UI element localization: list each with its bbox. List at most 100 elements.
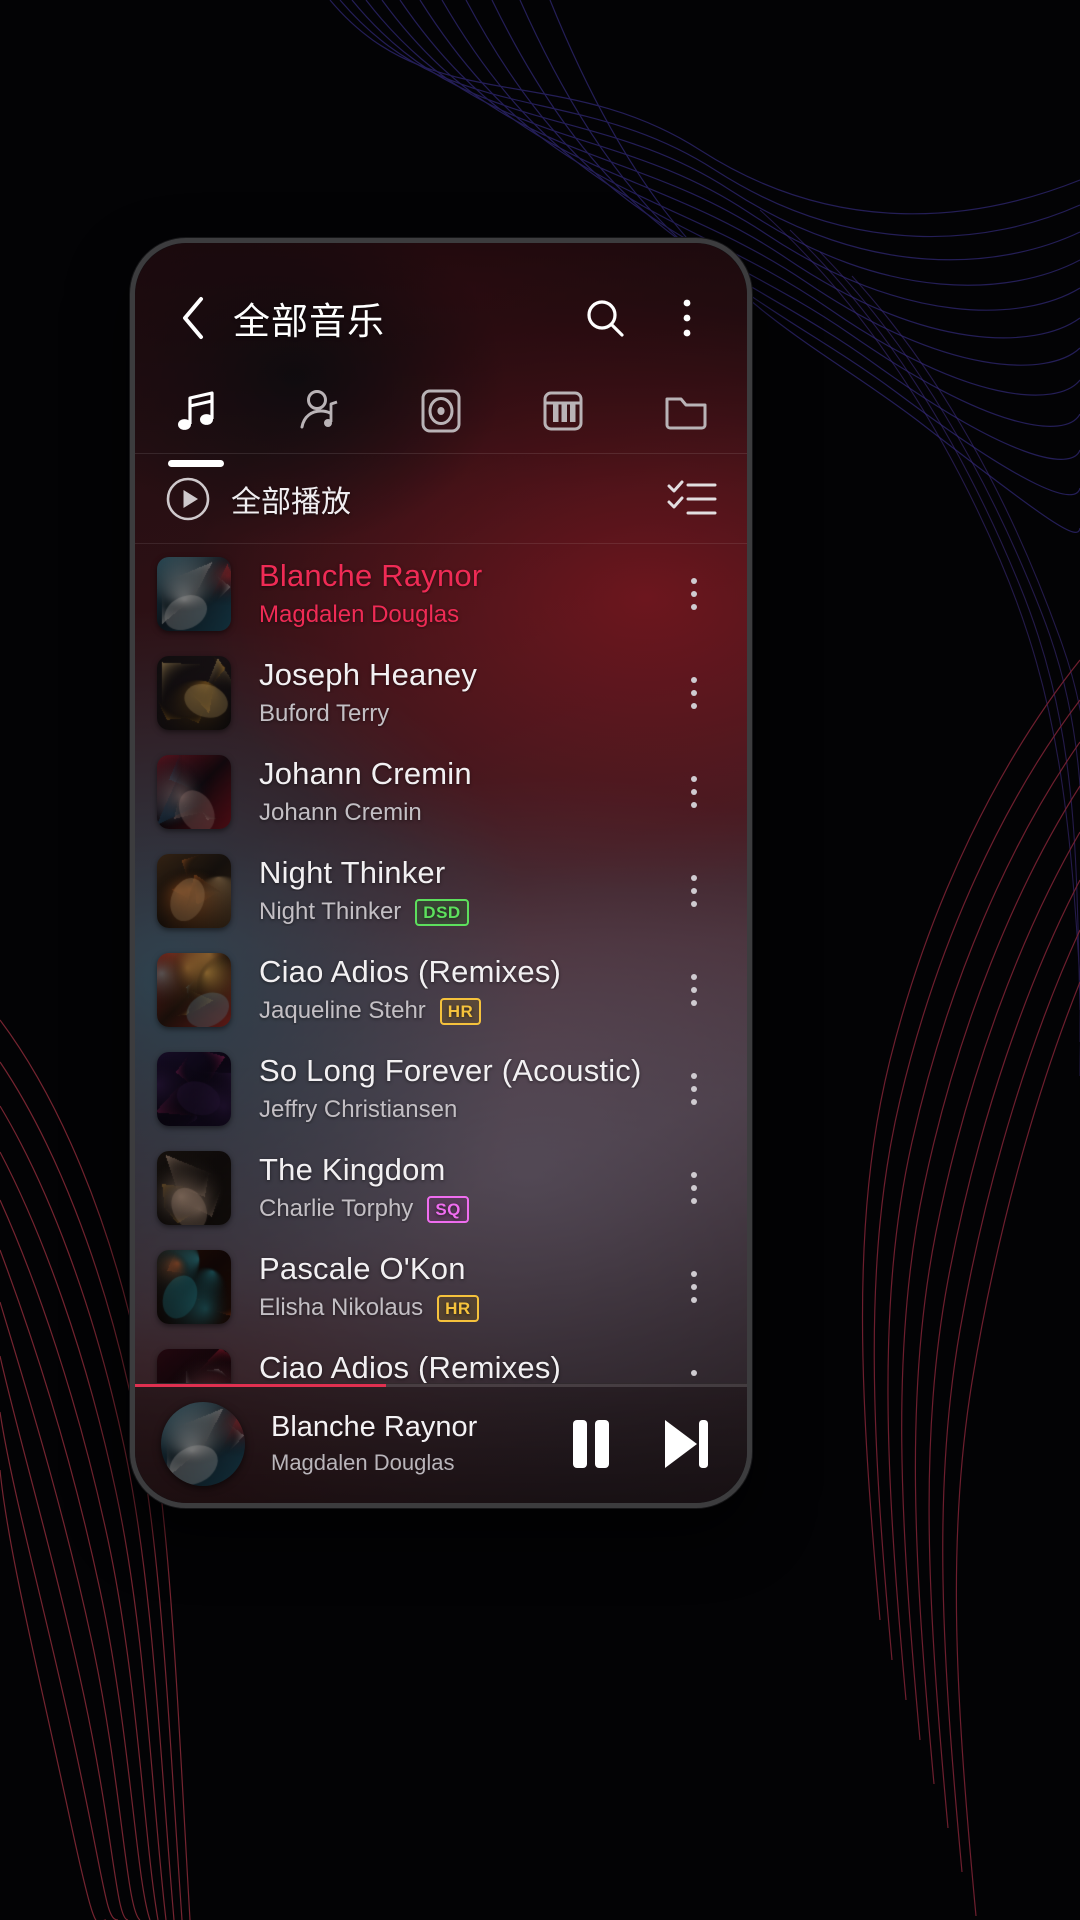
phone-frame: 全部音乐 全部播放 Blanche Raynor Magdalen Dougla…	[130, 238, 752, 1508]
phone-screen: 全部音乐 全部播放 Blanche Raynor Magdalen Dougla…	[135, 243, 747, 1503]
play-all-button[interactable]: 全部播放	[165, 476, 351, 522]
song-subtitle: Magdalen Douglas	[259, 601, 667, 629]
song-meta: Blanche Raynor Magdalen Douglas	[259, 558, 667, 629]
song-overflow-button[interactable]	[667, 1349, 721, 1383]
tab-songs[interactable]	[135, 371, 257, 467]
song-overflow-button[interactable]	[667, 1052, 721, 1126]
quality-badge: DSD	[415, 898, 469, 926]
song-overflow-button[interactable]	[667, 1151, 721, 1225]
song-row[interactable]: The Kingdom Charlie Torphy SQ	[135, 1138, 747, 1237]
now-playing-title: Blanche Raynor	[271, 1411, 478, 1443]
song-list[interactable]: Blanche Raynor Magdalen Douglas Joseph Hea…	[135, 544, 747, 1383]
song-cover	[157, 1150, 231, 1225]
song-row[interactable]: Johann Cremin Johann Cremin	[135, 742, 747, 841]
song-row[interactable]: Ciao Adios (Remixes)Willis Osinski	[135, 1336, 747, 1383]
now-playing-cover[interactable]	[161, 1401, 245, 1486]
piano-icon	[543, 391, 583, 431]
song-meta: So Long Forever (Acoustic) Jeffry Christi…	[259, 1053, 667, 1124]
pause-button[interactable]	[567, 1416, 615, 1472]
tab-artists[interactable]	[257, 371, 379, 451]
song-title: The Kingdom	[259, 1152, 446, 1187]
song-cover	[157, 754, 231, 829]
song-cover	[157, 853, 231, 928]
song-overflow-button[interactable]	[667, 755, 721, 829]
now-playing-artist: Magdalen Douglas	[271, 1450, 455, 1475]
album-disc-icon	[421, 389, 461, 433]
multi-select-button[interactable]	[667, 478, 717, 520]
song-subtitle: Charlie Torphy SQ	[259, 1195, 667, 1223]
play-all-label: 全部播放	[231, 486, 351, 519]
playback-progress-fill	[135, 1384, 386, 1387]
song-meta: The Kingdom Charlie Torphy SQ	[259, 1152, 667, 1223]
song-meta: Night Thinker Night Thinker DSD	[259, 855, 667, 926]
song-artist: Jaqueline Stehr	[259, 997, 426, 1024]
music-note-icon	[178, 391, 214, 430]
song-row[interactable]: Blanche Raynor Magdalen Douglas	[135, 544, 747, 643]
song-overflow-button[interactable]	[667, 656, 721, 730]
song-row[interactable]: Joseph Heaney Buford Terry	[135, 643, 747, 742]
play-circle-icon	[166, 477, 210, 521]
more-vertical-icon	[691, 1270, 697, 1303]
header-actions	[579, 292, 713, 344]
more-vertical-icon	[691, 874, 697, 907]
tab-genres[interactable]	[502, 371, 624, 451]
back-button[interactable]	[169, 294, 217, 342]
song-title: Johann Cremin	[259, 756, 472, 791]
chevron-left-icon	[183, 297, 203, 339]
song-title: Blanche Raynor	[259, 558, 483, 593]
song-overflow-button[interactable]	[667, 557, 721, 631]
now-playing-bar[interactable]: Blanche Raynor Magdalen Douglas	[135, 1383, 747, 1503]
song-artist: Magdalen Douglas	[259, 601, 460, 628]
song-cover	[157, 1249, 231, 1324]
song-row[interactable]: So Long Forever (Acoustic) Jeffry Christi…	[135, 1039, 747, 1138]
song-artist: Johann Cremin	[259, 799, 422, 826]
song-overflow-button[interactable]	[667, 854, 721, 928]
song-meta: Johann Cremin Johann Cremin	[259, 756, 667, 827]
song-subtitle: Johann Cremin	[259, 799, 667, 827]
playback-controls	[567, 1416, 713, 1472]
play-all-bar: 全部播放	[135, 455, 747, 543]
song-artist: Charlie Torphy	[259, 1195, 414, 1222]
quality-badge: HR	[437, 1294, 479, 1322]
quality-badge: HR	[439, 997, 482, 1025]
song-title: So Long Forever (Acoustic)	[259, 1053, 642, 1088]
song-subtitle: Jaqueline Stehr HR	[259, 997, 667, 1025]
skip-next-icon	[665, 1419, 708, 1468]
folder-icon	[665, 397, 707, 430]
song-cover	[157, 556, 231, 631]
checklist-icon	[667, 480, 717, 515]
tabbar-divider	[135, 453, 747, 454]
artist-icon	[300, 390, 338, 429]
page-title: 全部音乐	[233, 301, 385, 342]
song-row[interactable]: Ciao Adios (Remixes) Jaqueline Stehr HR	[135, 940, 747, 1039]
song-artist: Elisha Nikolaus	[259, 1294, 424, 1321]
overflow-menu-button[interactable]	[661, 292, 713, 344]
song-artist: Night Thinker	[259, 898, 402, 925]
more-vertical-icon	[683, 299, 691, 337]
tab-albums[interactable]	[380, 371, 502, 451]
more-vertical-icon	[691, 775, 697, 808]
song-subtitle: Elisha Nikolaus HR	[259, 1294, 667, 1322]
song-meta: Ciao Adios (Remixes)Willis Osinski	[259, 1350, 667, 1383]
search-button[interactable]	[579, 292, 631, 344]
playback-progress-bar[interactable]	[135, 1384, 747, 1387]
song-row[interactable]: Night Thinker Night Thinker DSD	[135, 841, 747, 940]
now-playing-meta: Blanche Raynor Magdalen Douglas	[271, 1411, 547, 1476]
song-row[interactable]: Pascale O'Kon Elisha Nikolaus HR	[135, 1237, 747, 1336]
next-track-button[interactable]	[659, 1416, 713, 1472]
tab-folders[interactable]	[625, 371, 747, 451]
song-cover	[157, 1348, 231, 1383]
song-artist: Buford Terry	[259, 700, 390, 727]
song-subtitle: Jeffry Christiansen	[259, 1096, 667, 1124]
song-overflow-button[interactable]	[667, 953, 721, 1027]
more-vertical-icon	[691, 577, 697, 610]
category-tab-bar	[135, 371, 747, 467]
more-vertical-icon	[691, 1171, 697, 1204]
song-overflow-button[interactable]	[667, 1250, 721, 1324]
pause-icon	[573, 1419, 609, 1468]
song-title: Joseph Heaney	[259, 657, 478, 692]
song-subtitle: Night Thinker DSD	[259, 898, 667, 926]
song-cover	[157, 1051, 231, 1126]
song-meta: Joseph Heaney Buford Terry	[259, 657, 667, 728]
song-title: Night Thinker	[259, 855, 446, 890]
